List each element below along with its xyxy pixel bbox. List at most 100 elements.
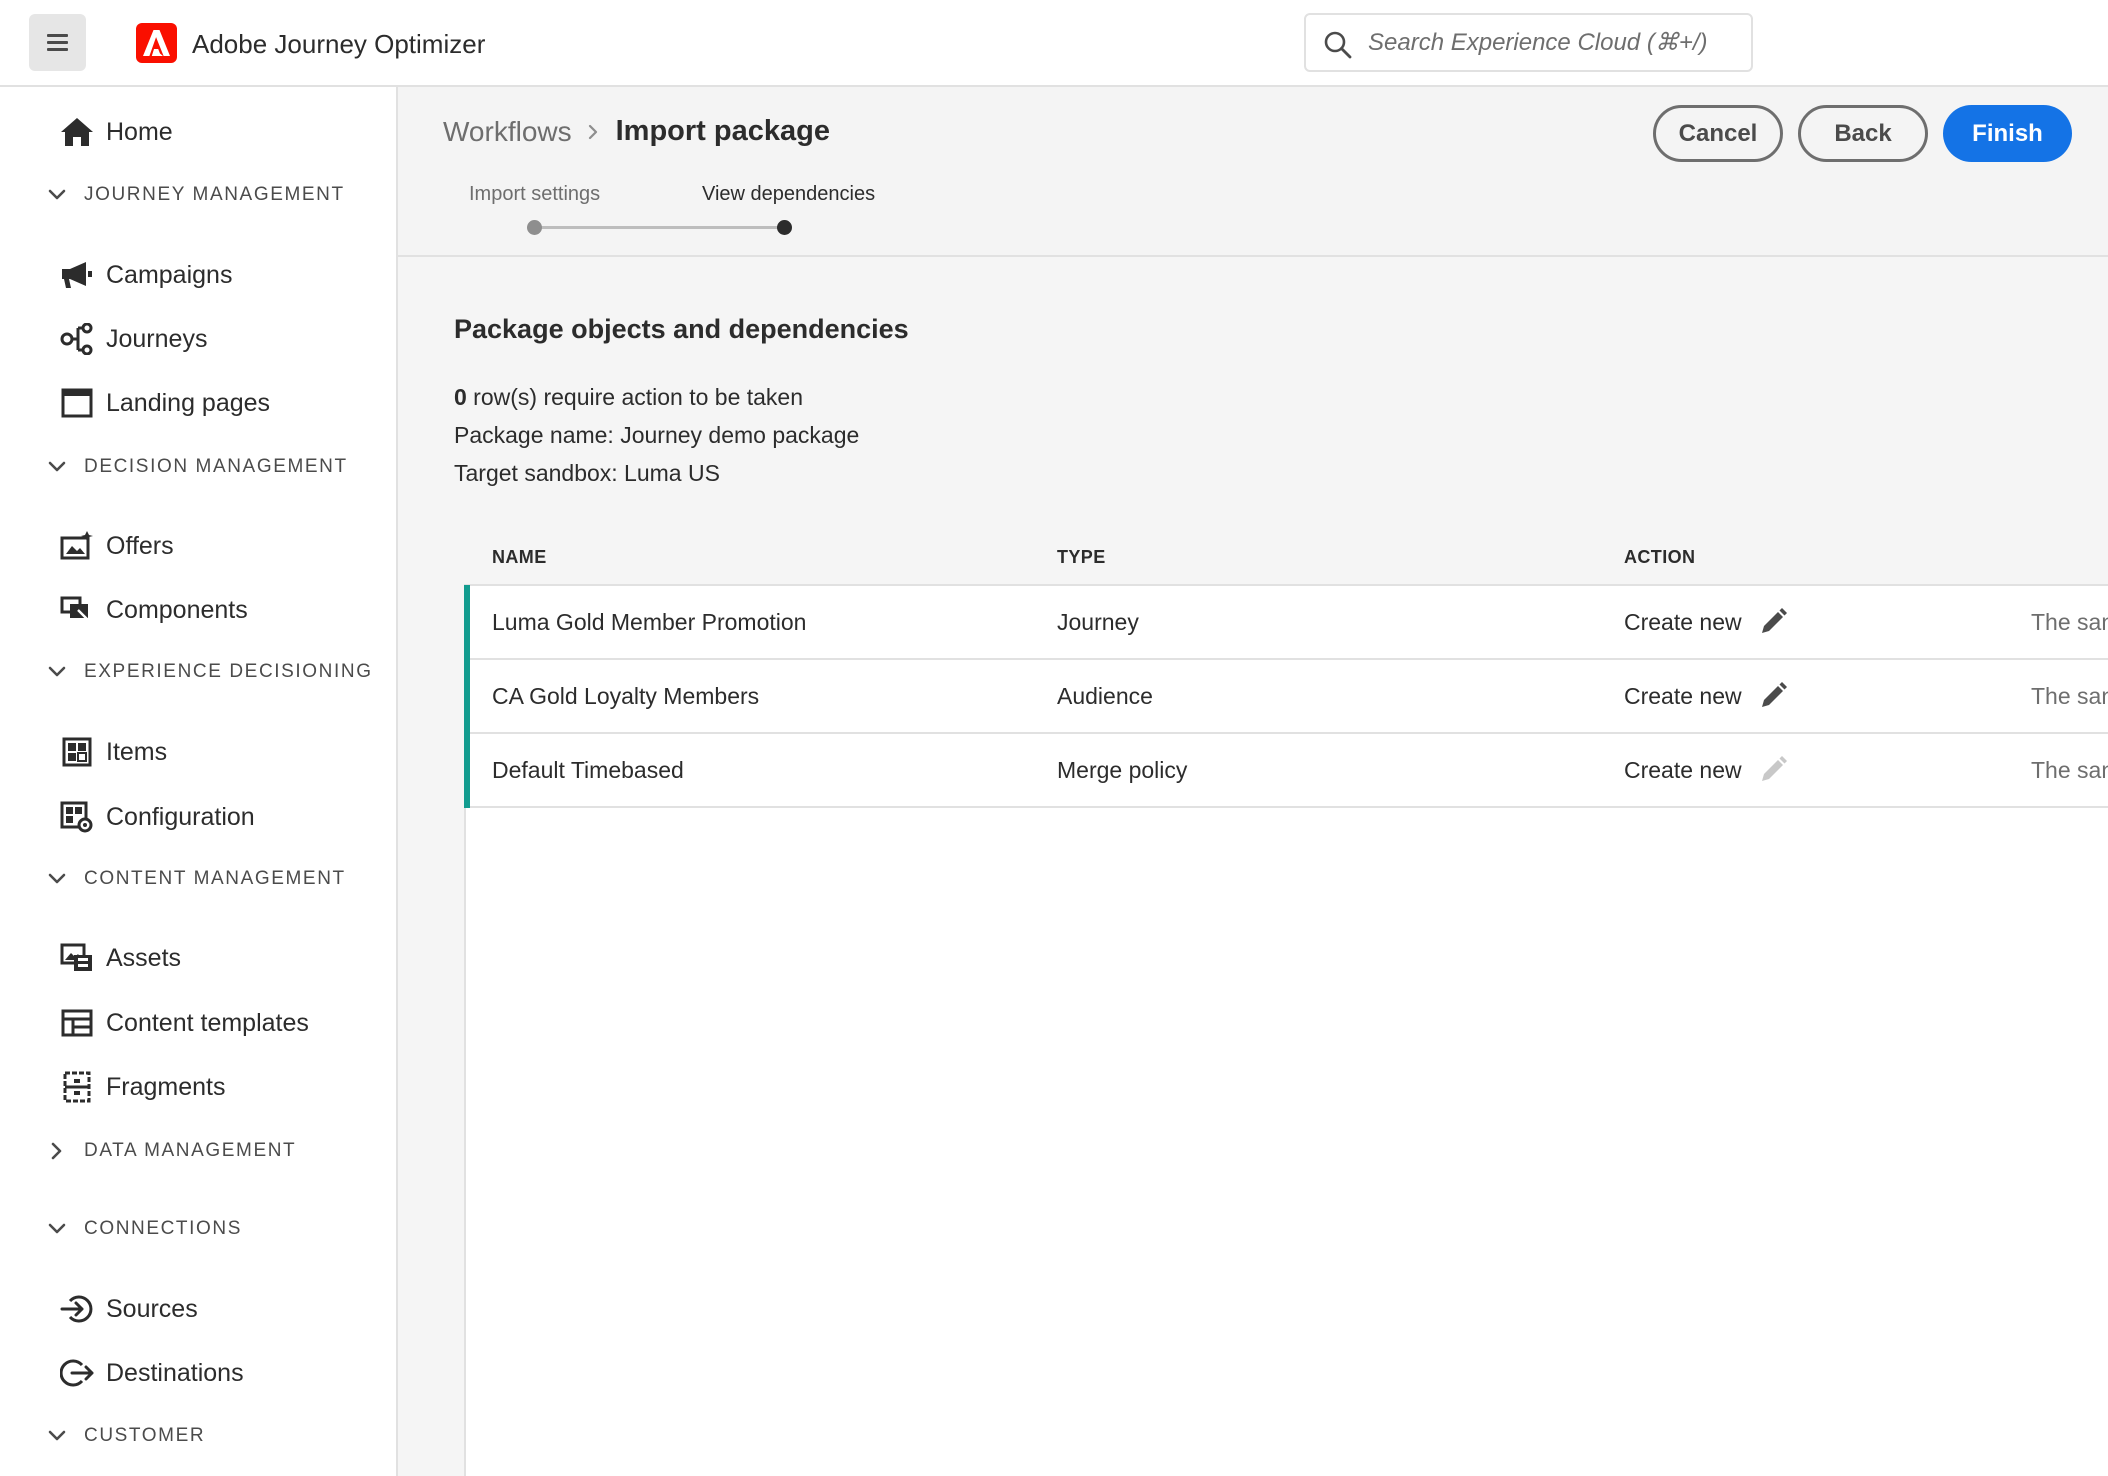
- cell-description: The san: [2031, 682, 2108, 709]
- sidebar-item-label: Sources: [106, 1294, 198, 1323]
- sidebar-item-destinations[interactable]: Destinations: [58, 1348, 378, 1398]
- sidebar-item-sources[interactable]: Sources: [58, 1284, 378, 1334]
- section-decision-management[interactable]: DECISION MANAGEMENT: [44, 449, 348, 485]
- search-icon: [1324, 31, 1352, 59]
- edit-pencil-icon-disabled: [1758, 755, 1788, 785]
- action-label: Create new: [1624, 682, 1742, 709]
- section-content-management[interactable]: CONTENT MANAGEMENT: [44, 861, 346, 897]
- cell-name: CA Gold Loyalty Members: [492, 682, 760, 709]
- column-header-type[interactable]: TYPE: [1057, 532, 1106, 582]
- row-accent: [464, 585, 470, 660]
- sidebar-item-content-templates[interactable]: Content templates: [58, 998, 378, 1048]
- step-dot-complete: [527, 220, 542, 235]
- sidebar-item-label: Content templates: [106, 1008, 309, 1037]
- sidebar-item-configuration[interactable]: Configuration: [58, 792, 378, 842]
- section-label: DATA MANAGEMENT: [84, 1140, 297, 1161]
- action-label: Create new: [1624, 756, 1742, 783]
- content-templates-icon: [58, 1004, 96, 1042]
- back-button[interactable]: Back: [1798, 105, 1928, 162]
- search-input[interactable]: [1368, 29, 1738, 57]
- action-label: Create new: [1624, 608, 1742, 635]
- cancel-button[interactable]: Cancel: [1653, 105, 1783, 162]
- megaphone-icon: [58, 256, 96, 294]
- app-title[interactable]: Adobe Journey Optimizer: [192, 29, 485, 60]
- action-required-count: 0: [454, 384, 467, 410]
- step-import-settings[interactable]: Import settings: [469, 183, 600, 206]
- cell-type: Merge policy: [1057, 756, 1188, 783]
- sidebar-item-label: Campaigns: [106, 260, 233, 289]
- sidebar-item-fragments[interactable]: Fragments: [58, 1062, 378, 1112]
- row-accent: [464, 733, 470, 808]
- sidebar-item-label: Configuration: [106, 802, 255, 831]
- sidebar-item-label: Home: [106, 117, 173, 146]
- section-journey-management[interactable]: JOURNEY MANAGEMENT: [44, 177, 345, 213]
- components-icon: [58, 591, 96, 629]
- chevron-down-icon: [44, 659, 70, 685]
- assets-icon: [58, 939, 96, 977]
- table-body: Luma Gold Member Promotion Journey Creat…: [464, 584, 2108, 1476]
- edit-pencil-icon[interactable]: [1758, 607, 1788, 637]
- step-dot-current: [777, 220, 792, 235]
- sidebar-item-label: Landing pages: [106, 388, 271, 417]
- sources-icon: [58, 1290, 96, 1328]
- cell-name: Luma Gold Member Promotion: [492, 608, 807, 635]
- home-icon: [58, 113, 96, 151]
- section-label: CONTENT MANAGEMENT: [84, 868, 346, 889]
- dependencies-panel: Package objects and dependencies 0 row(s…: [398, 259, 2108, 1476]
- offer-icon: [58, 527, 96, 565]
- section-connections[interactable]: CONNECTIONS: [44, 1211, 242, 1247]
- sidebar: Home JOURNEY MANAGEMENT Campaigns Journe…: [0, 87, 398, 1476]
- cell-description: The san: [2031, 756, 2108, 783]
- sidebar-item-landing-pages[interactable]: Landing pages: [58, 378, 378, 428]
- items-icon: [58, 733, 96, 771]
- package-name-line: Package name: Journey demo package: [454, 422, 860, 448]
- sidebar-item-journeys[interactable]: Journeys: [58, 314, 378, 364]
- column-header-name[interactable]: NAME: [492, 532, 547, 582]
- cell-action: Create new: [1624, 586, 1788, 658]
- sidebar-item-items[interactable]: Items: [58, 727, 378, 777]
- fragments-icon: [58, 1068, 96, 1106]
- chevron-down-icon: [44, 1216, 70, 1242]
- column-header-action[interactable]: ACTION: [1624, 532, 1695, 582]
- section-experience-decisioning[interactable]: EXPERIENCE DECISIONING: [44, 654, 373, 690]
- step-view-dependencies[interactable]: View dependencies: [702, 183, 875, 206]
- journey-icon: [58, 320, 96, 358]
- landing-page-icon: [58, 384, 96, 422]
- section-label: CONNECTIONS: [84, 1218, 242, 1239]
- search-box[interactable]: [1304, 13, 1753, 72]
- section-customer[interactable]: CUSTOMER: [44, 1418, 205, 1454]
- breadcrumb-workflows-link[interactable]: Workflows: [443, 116, 572, 148]
- target-sandbox-line: Target sandbox: Luma US: [454, 460, 720, 486]
- cell-description: The san: [2031, 608, 2108, 635]
- sidebar-item-components[interactable]: Components: [58, 585, 378, 635]
- page-header: Workflows Import package Cancel Back Fin…: [398, 87, 2108, 257]
- action-required-text: row(s) require action to be taken: [466, 384, 804, 410]
- chevron-down-icon: [44, 1423, 70, 1449]
- section-label: DECISION MANAGEMENT: [84, 456, 348, 477]
- sidebar-item-offers[interactable]: Offers: [58, 521, 378, 571]
- sidebar-item-label: Items: [106, 737, 168, 766]
- sidebar-item-assets[interactable]: Assets: [58, 933, 378, 983]
- section-label: JOURNEY MANAGEMENT: [84, 184, 345, 205]
- table-row[interactable]: CA Gold Loyalty Members Audience Create …: [464, 659, 2108, 734]
- section-label: EXPERIENCE DECISIONING: [84, 661, 373, 682]
- sidebar-item-campaigns[interactable]: Campaigns: [58, 250, 378, 300]
- sidebar-item-label: Assets: [106, 943, 182, 972]
- section-label: CUSTOMER: [84, 1425, 206, 1446]
- table-row[interactable]: Luma Gold Member Promotion Journey Creat…: [464, 585, 2108, 660]
- chevron-down-icon: [44, 454, 70, 480]
- chevron-right-icon: [44, 1138, 70, 1164]
- edit-pencil-icon[interactable]: [1758, 681, 1788, 711]
- destinations-icon: [58, 1354, 96, 1392]
- section-data-management[interactable]: DATA MANAGEMENT: [44, 1133, 296, 1169]
- finish-button[interactable]: Finish: [1943, 105, 2072, 162]
- row-accent: [464, 659, 470, 734]
- sidebar-item-home[interactable]: Home: [58, 107, 378, 157]
- top-bar: Adobe Journey Optimizer: [0, 0, 2108, 87]
- table-row[interactable]: Default Timebased Merge policy Create ne…: [464, 733, 2108, 808]
- chevron-right-icon: [588, 123, 600, 141]
- cell-action: Create new: [1624, 660, 1788, 732]
- chevron-down-icon: [44, 866, 70, 892]
- adobe-logo-icon[interactable]: [136, 23, 177, 63]
- hamburger-menu-icon[interactable]: [29, 14, 86, 71]
